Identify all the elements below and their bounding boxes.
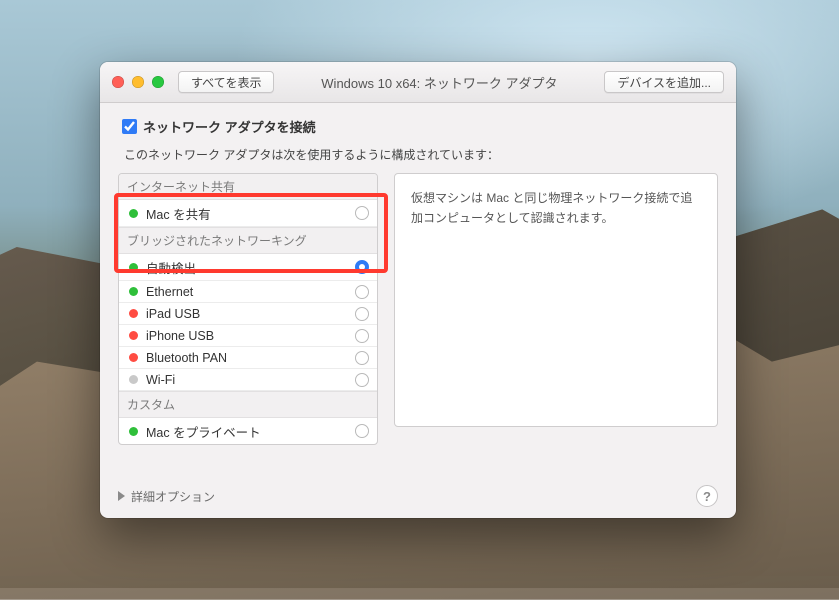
status-dot-icon: [129, 353, 138, 362]
group-header: カスタム: [119, 391, 377, 418]
info-column: 仮想マシンは Mac と同じ物理ネットワーク接続で追加コンピュータとして認識され…: [394, 173, 718, 471]
adapter-row-radio[interactable]: [355, 329, 369, 343]
adapter-row[interactable]: 自動検出: [119, 254, 377, 281]
columns: インターネット共有 Mac を共有ブリッジされたネットワーキング自動検出 Ether…: [118, 173, 718, 471]
show-all-button[interactable]: すべてを表示: [178, 71, 274, 93]
window-titlebar: すべてを表示 Windows 10 x64: ネットワーク アダプタ デバイスを…: [100, 62, 736, 103]
adapter-list-column: インターネット共有 Mac を共有ブリッジされたネットワーキング自動検出 Ether…: [118, 173, 378, 471]
adapter-row[interactable]: Bluetooth PAN: [119, 347, 377, 369]
window-content: ネットワーク アダプタを接続 このネットワーク アダプタは次を使用するように構成…: [100, 103, 736, 518]
settings-window: すべてを表示 Windows 10 x64: ネットワーク アダプタ デバイスを…: [100, 62, 736, 518]
group-header: ブリッジされたネットワーキング: [119, 227, 377, 254]
adapter-row-label: 自動検出: [146, 258, 347, 277]
info-panel: 仮想マシンは Mac と同じ物理ネットワーク接続で追加コンピュータとして認識され…: [394, 173, 718, 427]
adapter-row[interactable]: iPhone USB: [119, 325, 377, 347]
window-traffic-lights: [112, 76, 164, 88]
help-button[interactable]: ?: [696, 485, 718, 507]
status-dot-icon: [129, 309, 138, 318]
minimize-icon[interactable]: [132, 76, 144, 88]
desktop-background: すべてを表示 Windows 10 x64: ネットワーク アダプタ デバイスを…: [0, 0, 839, 588]
status-dot-icon: [129, 331, 138, 340]
adapter-row-label: Wi-Fi: [146, 373, 347, 387]
connect-adapter-checkbox[interactable]: ネットワーク アダプタを接続: [122, 117, 718, 136]
status-dot-icon: [129, 375, 138, 384]
adapter-row-radio[interactable]: [355, 307, 369, 321]
status-dot-icon: [129, 427, 138, 436]
advanced-options-toggle[interactable]: 詳細オプション: [118, 488, 215, 505]
group-header: インターネット共有: [119, 174, 377, 200]
adapter-description: このネットワーク アダプタは次を使用するように構成されています：: [124, 146, 718, 163]
window-footer: 詳細オプション ?: [118, 471, 718, 507]
adapter-row-label: Mac をプライベート: [146, 422, 347, 441]
adapter-listbox[interactable]: インターネット共有 Mac を共有ブリッジされたネットワーキング自動検出 Ether…: [118, 173, 378, 445]
adapter-row[interactable]: Ethernet: [119, 281, 377, 303]
adapter-row-label: iPad USB: [146, 307, 347, 321]
window-title: Windows 10 x64: ネットワーク アダプタ: [284, 73, 594, 92]
adapter-row-radio[interactable]: [355, 206, 369, 220]
adapter-row-radio[interactable]: [355, 373, 369, 387]
status-dot-icon: [129, 287, 138, 296]
status-dot-icon: [129, 263, 138, 272]
adapter-row[interactable]: Mac を共有: [119, 200, 377, 227]
adapter-row-radio[interactable]: [355, 351, 369, 365]
status-dot-icon: [129, 209, 138, 218]
adapter-row-radio[interactable]: [355, 285, 369, 299]
adapter-row-radio[interactable]: [355, 260, 369, 274]
add-device-button[interactable]: デバイスを追加...: [604, 71, 724, 93]
zoom-icon[interactable]: [152, 76, 164, 88]
adapter-row-radio[interactable]: [355, 424, 369, 438]
disclosure-triangle-icon: [118, 491, 125, 501]
adapter-row[interactable]: iPad USB: [119, 303, 377, 325]
close-icon[interactable]: [112, 76, 124, 88]
adapter-row-label: iPhone USB: [146, 329, 347, 343]
adapter-row[interactable]: Wi-Fi: [119, 369, 377, 391]
connect-adapter-checkbox-input[interactable]: [122, 119, 137, 134]
adapter-row-label: Bluetooth PAN: [146, 351, 347, 365]
advanced-options-label: 詳細オプション: [131, 488, 215, 505]
adapter-row[interactable]: Mac をプライベート: [119, 418, 377, 444]
adapter-row-label: Mac を共有: [146, 204, 347, 223]
adapter-row-label: Ethernet: [146, 285, 347, 299]
connect-adapter-label: ネットワーク アダプタを接続: [143, 117, 316, 136]
